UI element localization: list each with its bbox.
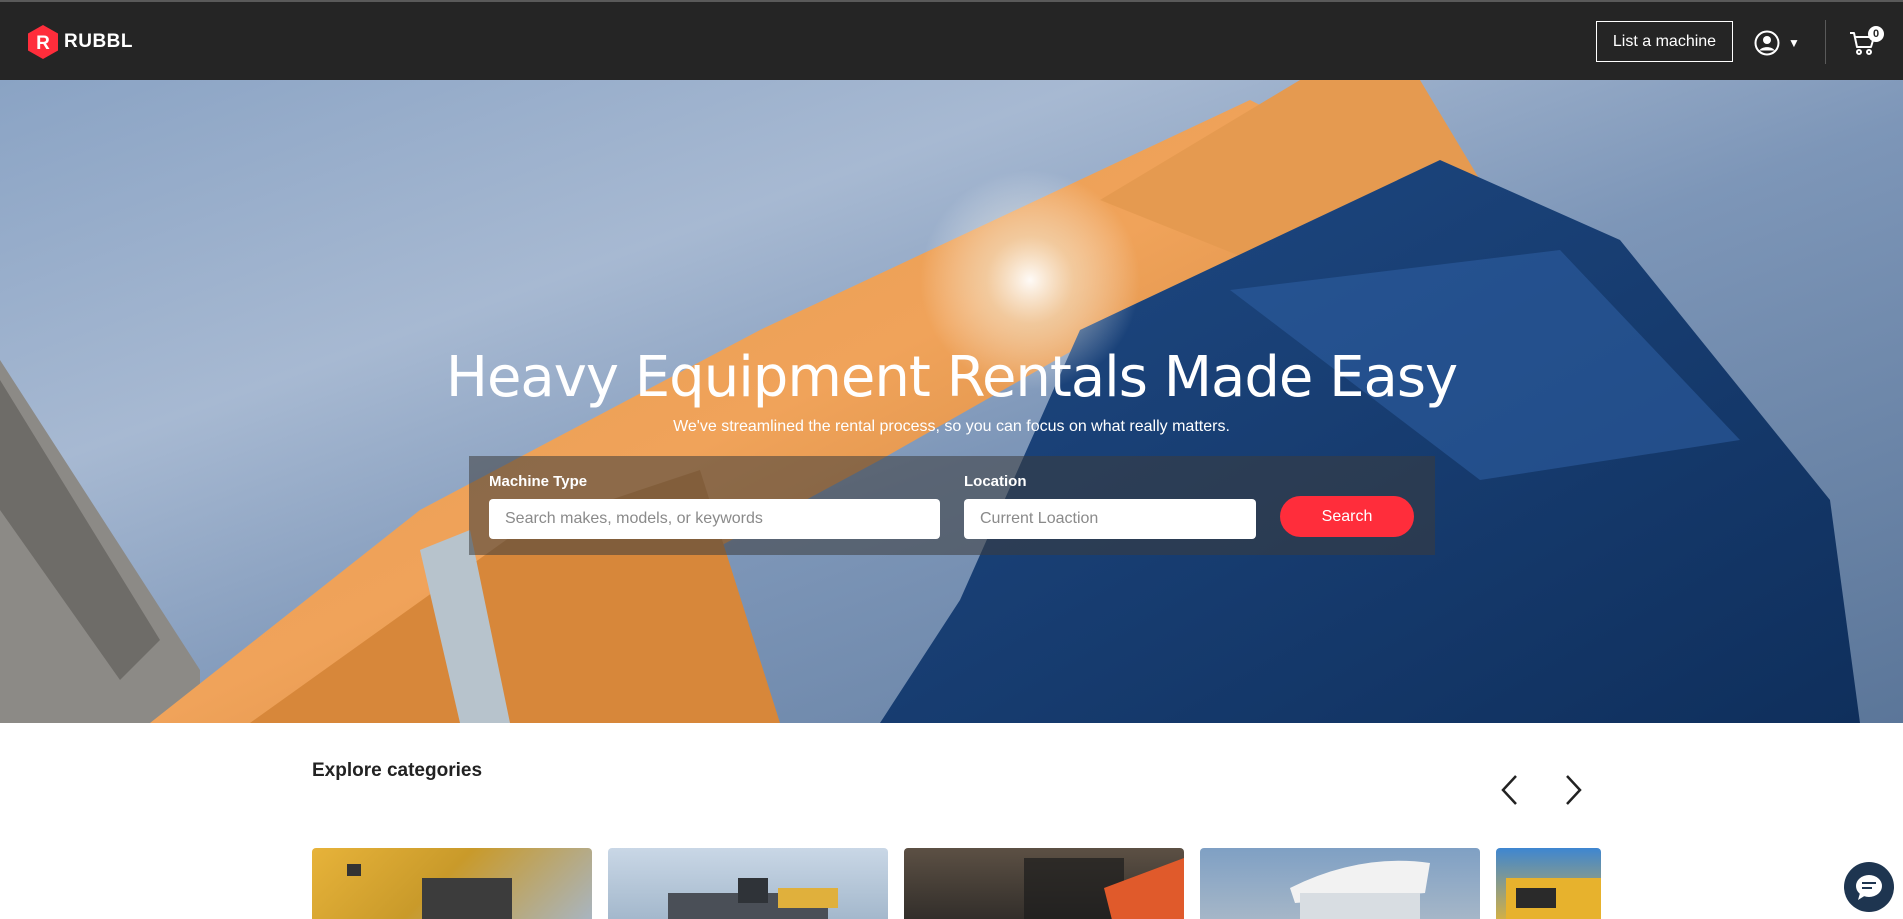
category-card-image [1024, 858, 1184, 919]
machine-type-input[interactable] [489, 499, 940, 539]
nav-divider [1825, 20, 1826, 64]
category-card-image [1506, 878, 1601, 919]
user-circle-icon [1754, 30, 1780, 56]
user-menu[interactable]: ▼ [1754, 28, 1800, 58]
hero-banner: Heavy Equipment Rentals Made Easy We've … [0, 80, 1903, 723]
chevron-left-icon[interactable] [1496, 772, 1526, 808]
category-card-image [668, 878, 838, 919]
brand-logo[interactable]: R RUBBL [27, 24, 133, 60]
chevron-right-icon[interactable] [1557, 772, 1587, 808]
location-input[interactable] [964, 499, 1256, 539]
category-card[interactable] [1200, 848, 1480, 919]
category-card[interactable] [608, 848, 888, 919]
list-machine-button[interactable]: List a machine [1596, 21, 1733, 62]
hero-title: Heavy Equipment Rentals Made Easy [445, 345, 1458, 410]
svg-text:R: R [36, 33, 50, 54]
rubbl-logo-icon: R [28, 25, 58, 59]
category-card[interactable] [904, 848, 1184, 919]
chevron-down-icon: ▼ [1788, 36, 1800, 50]
category-card-image [347, 864, 512, 919]
category-card-image [1290, 860, 1430, 919]
search-button[interactable]: Search [1280, 496, 1414, 537]
chat-icon [1856, 875, 1882, 900]
top-navbar: R RUBBL List a machine ▼ 0 [0, 2, 1903, 80]
category-carousel [312, 848, 1601, 919]
machine-type-label: Machine Type [489, 473, 588, 490]
chat-button[interactable] [1844, 862, 1894, 912]
location-label: Location [964, 473, 1027, 490]
category-card[interactable] [1496, 848, 1601, 919]
cart-count-badge: 0 [1868, 26, 1884, 42]
brand-name: RUBBL [64, 31, 133, 52]
category-card[interactable] [312, 848, 592, 919]
explore-categories-title: Explore categories [312, 760, 483, 781]
hero-subtitle: We've streamlined the rental process, so… [673, 418, 1230, 435]
